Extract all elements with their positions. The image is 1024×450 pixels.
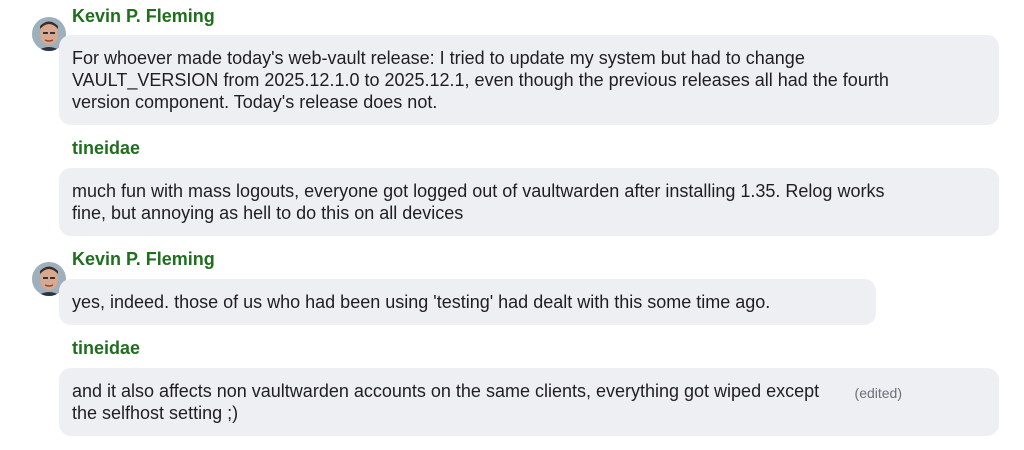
message-text-line: For whoever made today's web-vault relea… [72,48,805,68]
message-text-line: much fun with mass logouts, everyone got… [72,181,885,201]
message-text-line: yes, indeed. those of us who had been us… [72,292,771,312]
sender-name[interactable]: Kevin P. Fleming [72,248,215,270]
message-text-line: and it also affects non vaultwarden acco… [72,381,820,401]
message-text-line: fine, but annoying as hell to do this on… [72,203,464,223]
sender-name[interactable]: tineidae [72,137,140,159]
message-bubble: and it also affects non vaultwarden acco… [59,368,999,436]
sender-name[interactable]: Kevin P. Fleming [72,5,215,27]
edited-marker[interactable]: (edited) [855,382,902,404]
message-bubble: For whoever made today's web-vault relea… [59,35,999,125]
message-text-line: version component. Today's release does … [72,92,438,112]
message-text-line: the selfhost setting ;) [72,403,239,423]
message-bubble: yes, indeed. those of us who had been us… [59,279,876,325]
message-text-line: VAULT_VERSION from 2025.12.1.0 to 2025.1… [72,70,889,90]
sender-name[interactable]: tineidae [72,337,140,359]
message-bubble: much fun with mass logouts, everyone got… [59,168,999,236]
